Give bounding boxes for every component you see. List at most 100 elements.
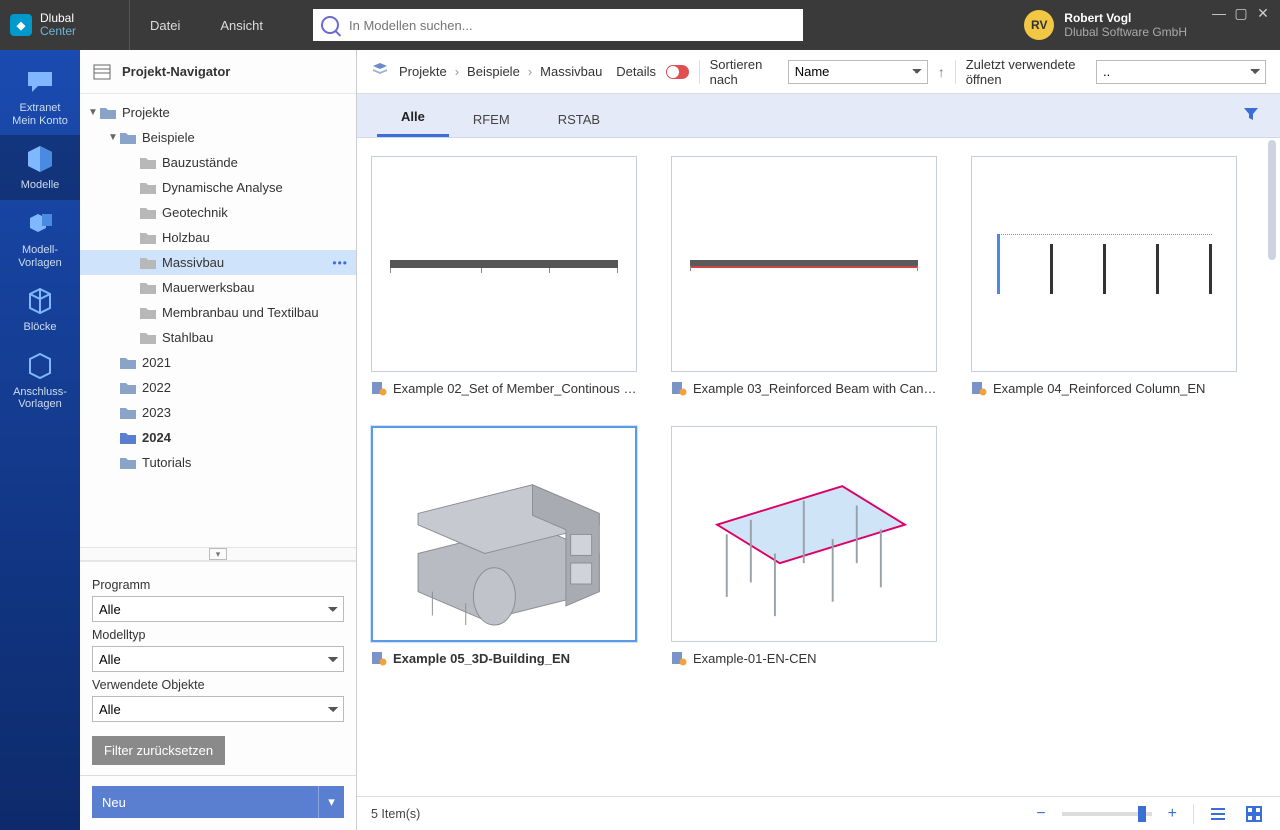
connection-icon	[24, 350, 56, 382]
breadcrumb-massivbau[interactable]: Massivbau	[540, 64, 602, 79]
user-name: Robert Vogl	[1064, 11, 1187, 25]
breadcrumb: Projekte › Beispiele › Massivbau	[399, 64, 602, 79]
user-company: Dlubal Software GmbH	[1064, 25, 1187, 39]
model-icon	[671, 650, 687, 666]
filter-label-objects: Verwendete Objekte	[92, 678, 344, 692]
tree-2023[interactable]: 2023	[80, 400, 356, 425]
logo-icon: ◆	[10, 14, 32, 36]
chevron-right-icon: ›	[528, 64, 532, 79]
model-icon	[371, 380, 387, 396]
chevron-down-icon[interactable]: ▾	[318, 786, 344, 818]
model-thumbnail[interactable]	[671, 156, 937, 372]
tree-massivbau[interactable]: Massivbau•••	[80, 250, 356, 275]
tree-beispiele[interactable]: ▼Beispiele	[80, 125, 356, 150]
details-label: Details	[616, 64, 656, 79]
filter-icon[interactable]	[1242, 105, 1260, 126]
model-card[interactable]: Example 03_Reinforced Beam with Cantilev…	[671, 156, 937, 396]
tree-membran[interactable]: Membranbau und Textilbau	[80, 300, 356, 325]
content-area: Projekte › Beispiele › Massivbau Details…	[357, 50, 1280, 830]
menu-file[interactable]: Datei	[130, 0, 200, 50]
model-name: Example-01-EN-CEN	[693, 651, 817, 666]
sort-direction-button[interactable]: ↑	[938, 64, 945, 80]
model-icon	[671, 380, 687, 396]
navigator-title: Projekt-Navigator	[122, 64, 230, 79]
details-toggle[interactable]	[666, 65, 689, 79]
cubes-icon	[24, 208, 56, 240]
tree-2024[interactable]: 2024	[80, 425, 356, 450]
project-tree: ▼Projekte ▼Beispiele Bauzustände Dynamis…	[80, 94, 356, 547]
rail-label: Anschluss- Vorlagen	[2, 386, 78, 411]
tree-projekte[interactable]: ▼Projekte	[80, 100, 356, 125]
window-minimize[interactable]: —	[1212, 6, 1226, 20]
model-grid: Example 02_Set of Member_Continous Rein.…	[371, 156, 1272, 666]
new-button-label: Neu	[92, 795, 318, 810]
rail-models[interactable]: Modelle	[0, 135, 80, 200]
recent-label: Zuletzt verwendete öffnen	[966, 57, 1086, 87]
tree-geotechnik[interactable]: Geotechnik	[80, 200, 356, 225]
filter-objects[interactable]: Alle	[92, 696, 344, 722]
tree-2021[interactable]: 2021	[80, 350, 356, 375]
model-name: Example 02_Set of Member_Continous Rein.…	[393, 381, 637, 396]
user-box[interactable]: RV Robert VoglDlubal Software GmbH	[1024, 10, 1202, 40]
window-close[interactable]: ✕	[1256, 6, 1270, 20]
search-box[interactable]	[313, 9, 803, 41]
model-name: Example 05_3D-Building_EN	[393, 651, 570, 666]
zoom-slider[interactable]	[1062, 812, 1152, 816]
avatar: RV	[1024, 10, 1054, 40]
model-card[interactable]: Example 02_Set of Member_Continous Rein.…	[371, 156, 637, 396]
rail-connections[interactable]: Anschluss- Vorlagen	[0, 342, 80, 419]
tab-rfem[interactable]: RFEM	[449, 102, 534, 137]
model-name: Example 04_Reinforced Column_EN	[993, 381, 1205, 396]
grid-view-button[interactable]	[1242, 802, 1266, 826]
scrollbar[interactable]	[1268, 138, 1278, 796]
tree-bauzustaende[interactable]: Bauzustände	[80, 150, 356, 175]
rail-label: Extranet Mein Konto	[2, 102, 78, 127]
tabs: Alle RFEM RSTAB	[357, 94, 1280, 138]
model-card[interactable]: Example 05_3D-Building_EN	[371, 426, 637, 666]
model-card[interactable]: Example 04_Reinforced Column_EN	[971, 156, 1237, 396]
tree-holzbau[interactable]: Holzbau	[80, 225, 356, 250]
model-thumbnail[interactable]	[971, 156, 1237, 372]
search-input[interactable]	[349, 18, 795, 33]
tree-mauerwerk[interactable]: Mauerwerksbau	[80, 275, 356, 300]
model-thumbnail[interactable]	[671, 426, 937, 642]
chevron-right-icon: ›	[455, 64, 459, 79]
block-icon	[24, 285, 56, 317]
filter-label-program: Programm	[92, 578, 344, 592]
collapse-handle[interactable]: ▾	[80, 547, 356, 561]
model-thumbnail[interactable]	[371, 426, 637, 642]
filter-program[interactable]: Alle	[92, 596, 344, 622]
sort-select[interactable]: Name	[788, 60, 928, 84]
zoom-in-button[interactable]: +	[1164, 805, 1181, 823]
tab-all[interactable]: Alle	[377, 99, 449, 137]
model-card[interactable]: Example-01-EN-CEN	[671, 426, 937, 666]
breadcrumb-beispiele[interactable]: Beispiele	[467, 64, 520, 79]
app-logo: ◆ DlubalCenter	[0, 0, 130, 50]
tree-stahlbau[interactable]: Stahlbau	[80, 325, 356, 350]
breadcrumb-projekte[interactable]: Projekte	[399, 64, 447, 79]
stack-icon	[371, 61, 389, 82]
rail-label: Modelle	[2, 179, 78, 192]
tree-dynamische[interactable]: Dynamische Analyse	[80, 175, 356, 200]
tree-2022[interactable]: 2022	[80, 375, 356, 400]
status-bar: 5 Item(s) − +	[357, 796, 1280, 830]
recent-select[interactable]: ..	[1096, 60, 1266, 84]
tab-rstab[interactable]: RSTAB	[534, 102, 624, 137]
filter-modeltype[interactable]: Alle	[92, 646, 344, 672]
rail-templates[interactable]: Modell- Vorlagen	[0, 200, 80, 277]
more-icon[interactable]: •••	[332, 256, 348, 270]
tree-tutorials[interactable]: Tutorials	[80, 450, 356, 475]
chat-icon	[24, 66, 56, 98]
rail-label: Modell- Vorlagen	[2, 244, 78, 269]
rail-extranet[interactable]: Extranet Mein Konto	[0, 58, 80, 135]
zoom-out-button[interactable]: −	[1032, 805, 1049, 823]
list-view-button[interactable]	[1206, 802, 1230, 826]
new-button[interactable]: Neu ▾	[92, 786, 344, 818]
app-name-2: Center	[40, 25, 76, 38]
model-thumbnail[interactable]	[371, 156, 637, 372]
filters: Programm Alle Modelltyp Alle Verwendete …	[80, 561, 356, 775]
window-maximize[interactable]: ▢	[1234, 6, 1248, 20]
rail-blocks[interactable]: Blöcke	[0, 277, 80, 342]
reset-filter-button[interactable]: Filter zurücksetzen	[92, 736, 225, 765]
menu-view[interactable]: Ansicht	[200, 0, 283, 50]
